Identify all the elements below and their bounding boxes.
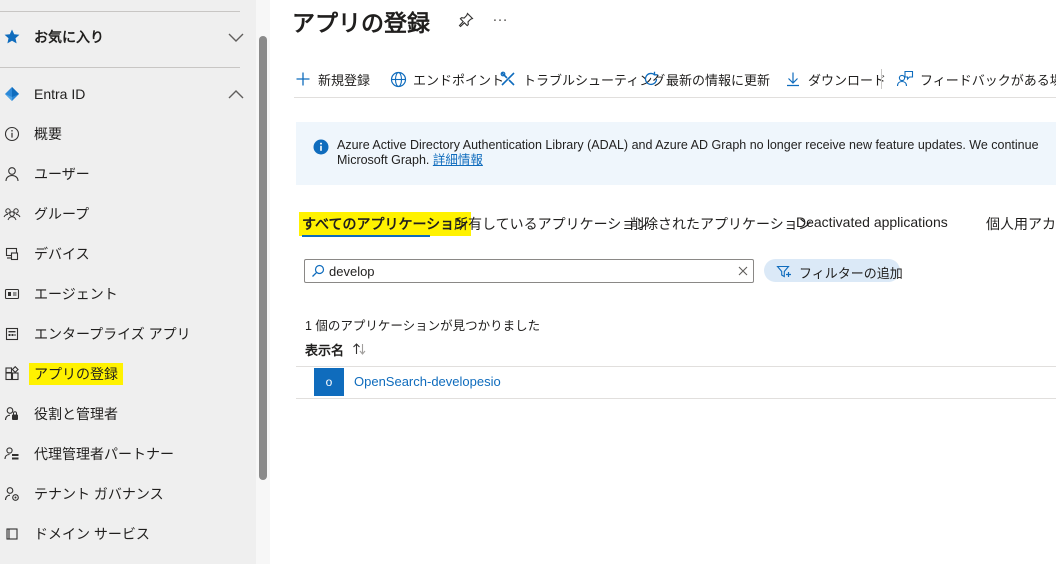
info-filled-icon <box>313 139 329 155</box>
agent-icon <box>3 285 21 303</box>
filter-add-icon <box>776 263 792 279</box>
sidebar-item-domain-services[interactable]: ドメイン サービス <box>0 519 250 549</box>
entra-id-section-toggle[interactable]: Entra ID <box>0 79 250 109</box>
sidebar-item-label: 役割と管理者 <box>34 406 118 422</box>
left-nav: お気に入り Entra ID 概要 ユーザー グループ デバイス エージェント … <box>0 0 256 564</box>
devices-icon <box>3 245 21 263</box>
sidebar-item-label: デバイス <box>34 246 90 262</box>
app-avatar: o <box>314 368 344 396</box>
wrench-icon <box>499 70 517 88</box>
search-input[interactable] <box>329 261 729 281</box>
sidebar-item-app-registrations[interactable]: アプリの登録 <box>0 359 250 389</box>
sidebar-item-label: エンタープライズ アプリ <box>34 326 191 342</box>
download-label: ダウンロード <box>808 72 887 88</box>
command-bar: 新規登録 エンドポイント トラブルシューティング 最新の情報に更新 ダウンロード <box>294 66 1056 92</box>
star-icon <box>3 28 21 46</box>
download-button[interactable]: ダウンロード <box>784 66 886 92</box>
banner-line-1: Azure Active Directory Authentication Li… <box>337 138 1039 152</box>
banner-message: Azure Active Directory Authentication Li… <box>337 138 1039 168</box>
row-divider <box>296 398 1056 399</box>
sidebar-item-label: ドメイン サービス <box>34 526 150 542</box>
row-divider <box>296 366 1056 367</box>
sidebar-item-label: ユーザー <box>34 166 90 182</box>
favorites-label: お気に入り <box>34 29 104 45</box>
sidebar-item-groups[interactable]: グループ <box>0 199 250 229</box>
roles-icon <box>3 405 21 423</box>
app-registration-icon <box>3 365 21 383</box>
endpoints-button[interactable]: エンドポイント <box>389 66 504 92</box>
troubleshooting-button[interactable]: トラブルシューティング <box>499 66 665 92</box>
app-name-link[interactable]: OpenSearch-developesio <box>354 374 501 389</box>
globe-icon <box>389 70 407 88</box>
divider <box>0 11 240 12</box>
main-content: アプリの登録 … 新規登録 エンドポイント トラブルシューティング 最新の情報に… <box>270 0 1056 564</box>
banner-line-2: Microsoft Graph. 詳細情報 <box>337 153 1039 168</box>
add-filter-label: フィルターの追加 <box>799 266 903 281</box>
refresh-button[interactable]: 最新の情報に更新 <box>642 66 770 92</box>
sidebar-item-label: テナント ガバナンス <box>34 486 164 502</box>
info-icon <box>3 125 21 143</box>
search-icon <box>311 264 325 278</box>
sidebar-item-enterprise-apps[interactable]: エンタープライズ アプリ <box>0 319 250 349</box>
sidebar-item-tenant-governance[interactable]: テナント ガバナンス <box>0 479 250 509</box>
selected-item-highlight: アプリの登録 <box>29 363 123 385</box>
entra-id-label: Entra ID <box>34 86 86 102</box>
enterprise-app-icon <box>3 325 21 343</box>
sidebar-item-users[interactable]: ユーザー <box>0 159 250 189</box>
divider <box>0 67 240 68</box>
page-title: アプリの登録 <box>292 10 430 36</box>
sidebar-item-delegated-admin-partners[interactable]: 代理管理者パートナー <box>0 439 250 469</box>
active-tab-indicator <box>302 235 430 237</box>
domain-services-icon <box>3 525 21 543</box>
tab-owned-applications[interactable]: 所有しているアプリケーション <box>454 214 649 234</box>
tenant-governance-icon <box>3 485 21 503</box>
group-icon <box>3 205 21 223</box>
feedback-icon <box>896 70 914 88</box>
sidebar-item-label: グループ <box>34 206 90 222</box>
chevron-up-icon <box>226 84 246 104</box>
sidebar-scrollbar-thumb[interactable] <box>259 36 267 480</box>
sidebar-item-label: アプリの登録 <box>29 363 123 385</box>
delegated-admin-icon <box>3 445 21 463</box>
new-registration-button[interactable]: 新規登録 <box>294 66 370 92</box>
favorites-toggle[interactable]: お気に入り <box>0 22 250 52</box>
endpoints-label: エンドポイント <box>413 72 505 88</box>
tab-all-applications[interactable]: すべてのアプリケーション <box>299 212 472 236</box>
sidebar-item-overview[interactable]: 概要 <box>0 119 250 149</box>
sidebar-item-agents[interactable]: エージェント <box>0 279 250 309</box>
clear-search-icon[interactable] <box>736 264 750 278</box>
toolbar-divider <box>294 97 1056 98</box>
tab-personal-accounts[interactable]: 個人用アカウント <box>986 214 1056 234</box>
download-icon <box>784 70 802 88</box>
info-banner: Azure Active Directory Authentication Li… <box>296 122 1056 185</box>
entra-id-icon <box>3 85 21 103</box>
sidebar-item-label: 概要 <box>34 126 62 142</box>
tab-deactivated-applications[interactable]: Deactivated applications <box>796 214 948 230</box>
refresh-icon <box>642 70 660 88</box>
sidebar-item-roles-and-admins[interactable]: 役割と管理者 <box>0 399 250 429</box>
sidebar-item-label: 代理管理者パートナー <box>34 446 174 462</box>
result-count: 1 個のアプリケーションが見つかりました <box>305 319 541 333</box>
plus-icon <box>294 70 312 88</box>
add-filter-button[interactable]: フィルターの追加 <box>764 259 903 282</box>
user-icon <box>3 165 21 183</box>
toolbar-separator <box>881 69 882 89</box>
sort-ascending-icon[interactable] <box>352 342 368 356</box>
new-registration-label: 新規登録 <box>318 72 371 88</box>
search-box <box>304 259 754 283</box>
banner-line-2-text: Microsoft Graph. <box>337 153 430 167</box>
sidebar-item-label: エージェント <box>34 286 118 302</box>
refresh-label: 最新の情報に更新 <box>666 72 771 88</box>
column-header-display-name[interactable]: 表示名 <box>305 340 344 359</box>
feedback-button[interactable]: フィードバックがある場合 <box>896 66 1056 92</box>
sidebar-item-devices[interactable]: デバイス <box>0 239 250 269</box>
tab-deleted-applications[interactable]: 削除されたアプリケーション <box>630 214 812 234</box>
learn-more-link[interactable]: 詳細情報 <box>433 153 483 167</box>
pin-icon[interactable] <box>458 12 474 28</box>
chevron-down-icon <box>226 27 246 47</box>
feedback-label: フィードバックがある場合 <box>920 72 1056 88</box>
more-options-icon[interactable]: … <box>492 8 509 26</box>
